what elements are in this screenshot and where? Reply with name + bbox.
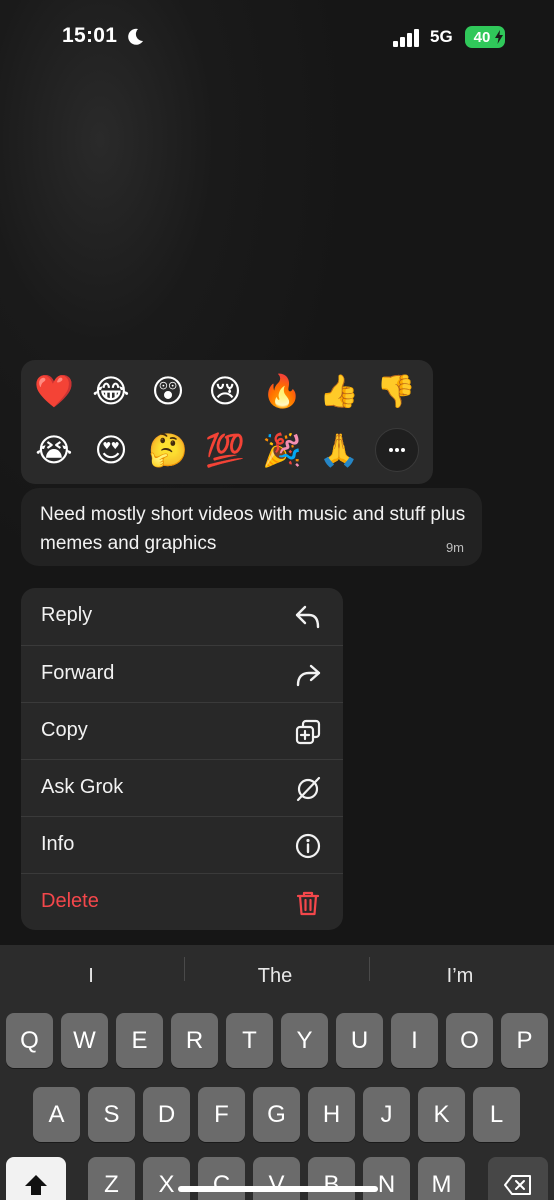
charging-bolt-icon — [495, 30, 503, 44]
menu-item-label: Info — [41, 833, 75, 855]
key-p[interactable]: P — [501, 1013, 548, 1068]
backspace-icon — [504, 1174, 531, 1195]
reaction-thumbs-up[interactable]: 👍 — [317, 369, 361, 413]
key-i[interactable]: I — [391, 1013, 438, 1068]
menu-item-label: Reply — [41, 604, 93, 626]
status-bar: 15:01 5G 40 — [0, 0, 554, 80]
key-b[interactable]: B — [308, 1157, 355, 1200]
key-u[interactable]: U — [336, 1013, 383, 1068]
key-g[interactable]: G — [253, 1087, 300, 1142]
key-q[interactable]: Q — [6, 1013, 53, 1068]
reaction-laughing[interactable]: 😂 — [89, 369, 133, 413]
message-timestamp: 9m — [445, 540, 464, 555]
key-y[interactable]: Y — [281, 1013, 328, 1068]
menu-item-label: Copy — [41, 719, 88, 741]
menu-item-delete[interactable]: Delete — [21, 873, 343, 930]
shift-arrow-icon — [25, 1174, 47, 1195]
forward-icon — [296, 664, 321, 687]
key-z[interactable]: Z — [88, 1157, 135, 1200]
message-bubble[interactable]: Need mostly short videos with music and … — [21, 488, 482, 566]
more-reactions-button[interactable] — [375, 428, 419, 472]
key-r[interactable]: R — [171, 1013, 218, 1068]
key-x[interactable]: X — [143, 1157, 190, 1200]
key-c[interactable]: C — [198, 1157, 245, 1200]
reaction-hundred[interactable]: 💯 — [203, 428, 247, 472]
network-type: 5G — [430, 27, 453, 46]
battery-indicator: 40 — [465, 26, 505, 48]
shift-key[interactable] — [6, 1157, 66, 1200]
reaction-heart[interactable]: ❤️ — [32, 369, 76, 413]
key-l[interactable]: L — [473, 1087, 520, 1142]
reaction-fire[interactable]: 🔥 — [260, 369, 304, 413]
menu-item-label: Delete — [41, 890, 99, 912]
key-f[interactable]: F — [198, 1087, 245, 1142]
suggestion-2[interactable]: The — [215, 965, 335, 988]
reaction-picker: ❤️ 😂 😲 😢 🔥 👍 👎 😭 😍 🤔 💯 🎉 🙏 — [21, 360, 433, 484]
key-j[interactable]: J — [363, 1087, 410, 1142]
reaction-sad[interactable]: 😢 — [203, 369, 247, 413]
reaction-thinking[interactable]: 🤔 — [146, 428, 190, 472]
key-s[interactable]: S — [88, 1087, 135, 1142]
key-w[interactable]: W — [61, 1013, 108, 1068]
key-n[interactable]: N — [363, 1157, 410, 1200]
key-m[interactable]: M — [418, 1157, 465, 1200]
copy-icon — [295, 719, 321, 745]
trash-icon — [296, 891, 320, 916]
message-context-menu: Reply Forward Copy Ask Grok Info Delete — [21, 588, 343, 930]
suggestion-3[interactable]: I’m — [400, 965, 520, 988]
menu-item-ask-grok[interactable]: Ask Grok — [21, 759, 343, 816]
ellipsis-icon — [389, 448, 405, 452]
menu-item-reply[interactable]: Reply — [21, 588, 343, 645]
menu-item-copy[interactable]: Copy — [21, 702, 343, 759]
reaction-party[interactable]: 🎉 — [260, 428, 304, 472]
key-d[interactable]: D — [143, 1087, 190, 1142]
key-k[interactable]: K — [418, 1087, 465, 1142]
suggestion-divider — [184, 957, 185, 981]
reaction-thumbs-down[interactable]: 👎 — [374, 369, 418, 413]
key-t[interactable]: T — [226, 1013, 273, 1068]
key-v[interactable]: V — [253, 1157, 300, 1200]
menu-item-forward[interactable]: Forward — [21, 645, 343, 702]
home-indicator[interactable] — [178, 1186, 378, 1192]
reaction-astonished[interactable]: 😲 — [146, 369, 190, 413]
reaction-crying[interactable]: 😭 — [32, 428, 76, 472]
key-o[interactable]: O — [446, 1013, 493, 1068]
reaction-heart-eyes[interactable]: 😍 — [89, 428, 133, 472]
reaction-pray[interactable]: 🙏 — [317, 428, 361, 472]
moon-icon — [128, 28, 143, 45]
backspace-key[interactable] — [488, 1157, 548, 1200]
battery-level: 40 — [473, 28, 491, 46]
menu-item-label: Ask Grok — [41, 776, 124, 798]
keyboard: I The I’m Q W E R T Y U I O P A S D F G … — [0, 945, 554, 1200]
message-text: Need mostly short videos with music and … — [40, 504, 466, 554]
menu-item-info[interactable]: Info — [21, 816, 343, 873]
info-icon — [295, 833, 321, 859]
key-h[interactable]: H — [308, 1087, 355, 1142]
suggestion-1[interactable]: I — [31, 965, 151, 988]
key-a[interactable]: A — [33, 1087, 80, 1142]
grok-icon — [296, 776, 321, 802]
suggestion-divider — [369, 957, 370, 981]
key-e[interactable]: E — [116, 1013, 163, 1068]
reply-icon — [295, 605, 320, 629]
signal-icon — [393, 29, 419, 47]
menu-item-label: Forward — [41, 662, 115, 684]
status-time: 15:01 — [62, 24, 118, 47]
